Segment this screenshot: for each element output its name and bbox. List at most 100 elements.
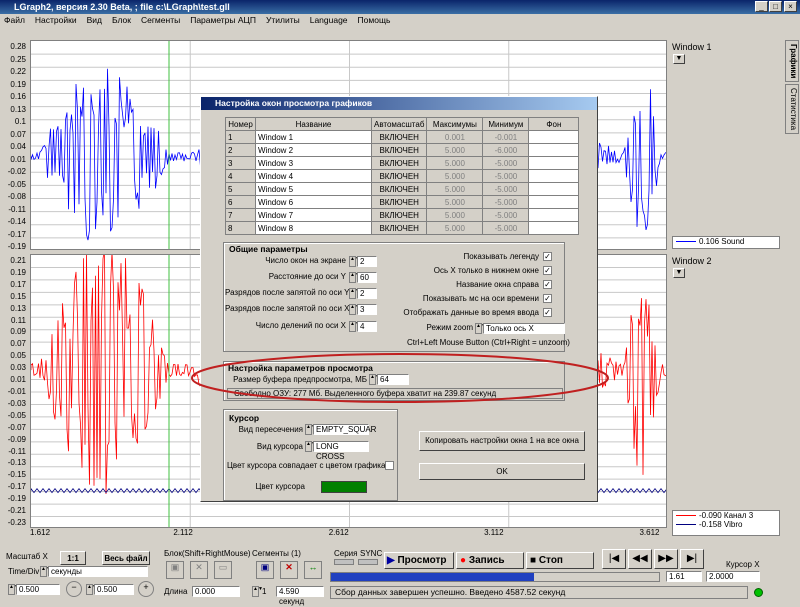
table-row[interactable]: 4 Window 4 ВКЛЮЧЕН 5.000 -5.000 [225,169,580,183]
time-div-field[interactable]: секунды [48,566,148,577]
window-1-dropdown[interactable]: ▼ [673,54,685,64]
show-ms-checkbox[interactable]: ✓ [543,294,552,303]
show-during-input-checkbox[interactable]: ✓ [543,308,552,317]
scale-1-1-button[interactable]: 1:1 [60,551,86,565]
tab-graphs[interactable]: Графики [785,40,799,82]
distance-y-spin[interactable]: ▲▼ [349,272,360,283]
row-name[interactable]: Window 2 [255,143,372,157]
menu-adc[interactable]: Параметры АЦП [190,14,256,27]
preview-button[interactable]: ▶ Просмотр [384,552,454,569]
decimals-x-field[interactable]: 3 [357,304,377,315]
row-max[interactable]: 5.000 [426,195,484,209]
match-color-checkbox[interactable] [385,461,394,470]
table-row[interactable]: 6 Window 6 ВКЛЮЧЕН 5.000 -5.000 [225,195,580,209]
row-name[interactable]: Window 8 [255,221,372,235]
tab-statistics[interactable]: Статистика [785,84,799,134]
segment-index-spin[interactable]: ▲▼ [252,586,263,597]
row-bg[interactable] [528,195,580,209]
row-name[interactable]: Window 5 [255,182,372,196]
row-bg[interactable] [528,156,580,170]
divisions-x-field[interactable]: 4 [357,321,377,332]
cross-type-field[interactable]: EMPTY_SQUAR [313,424,376,435]
zoom-left-spin[interactable]: ▲▼ [8,584,19,595]
block-delete-icon[interactable]: ✕ [190,561,208,579]
row-max[interactable]: 5.000 [426,221,484,235]
cursor-type-field[interactable]: LONG CROSS [313,441,369,461]
close-button[interactable]: × [784,1,797,12]
maximize-button[interactable]: □ [769,1,782,12]
row-autoscale[interactable]: ВКЛЮЧЕН [370,221,428,235]
row-max[interactable]: 5.000 [426,182,484,196]
segment-save-icon[interactable]: ▣ [256,561,274,579]
row-min[interactable]: -0.001 [482,130,530,144]
window-2-dropdown[interactable]: ▼ [673,268,685,278]
zoom-in-icon[interactable]: + [138,581,154,597]
table-row[interactable]: 5 Window 5 ВКЛЮЧЕН 5.000 -5.000 [225,182,580,196]
row-min[interactable]: -5.000 [482,182,530,196]
menu-file[interactable]: Файл [4,14,25,27]
cursor-type-spin[interactable]: ▲▼ [305,441,316,452]
cross-type-spin[interactable]: ▲▼ [305,424,316,435]
row-min[interactable]: -5.000 [482,208,530,222]
row-bg[interactable] [528,169,580,183]
go-end-button[interactable]: ▶| [680,549,704,569]
decimals-y-field[interactable]: 2 [357,288,377,299]
distance-y-field[interactable]: 60 [357,272,377,283]
decimals-y-spin[interactable]: ▲▼ [349,288,360,299]
minimize-button[interactable]: _ [755,1,768,12]
row-max[interactable]: 5.000 [426,156,484,170]
cursor-color-swatch[interactable] [321,481,367,493]
menu-language[interactable]: Language [310,14,348,27]
row-name[interactable]: Window 7 [255,208,372,222]
window-name-right-checkbox[interactable]: ✓ [543,280,552,289]
row-min[interactable]: -6.000 [482,143,530,157]
segment-delete-icon[interactable]: ✕ [280,561,298,579]
row-max[interactable]: 5.000 [426,169,484,183]
time-div-spin[interactable]: ▲▼ [40,566,51,577]
row-bg[interactable] [528,221,580,235]
zoom-mode-spin[interactable]: ▲▼ [475,323,486,334]
row-name[interactable]: Window 1 [255,130,372,144]
zoom-right-field[interactable]: 0.500 [94,584,134,595]
row-min[interactable]: -5.000 [482,169,530,183]
row-bg[interactable] [528,143,580,157]
row-autoscale[interactable]: ВКЛЮЧЕН [370,156,428,170]
row-autoscale[interactable]: ВКЛЮЧЕН [370,195,428,209]
table-row[interactable]: 7 Window 7 ВКЛЮЧЕН 5.000 -5.000 [225,208,580,222]
go-start-button[interactable]: |◀ [602,549,626,569]
menu-settings[interactable]: Настройки [35,14,77,27]
row-autoscale[interactable]: ВКЛЮЧЕН [370,208,428,222]
row-autoscale[interactable]: ВКЛЮЧЕН [370,143,428,157]
rewind-button[interactable]: ◀◀ [628,549,652,569]
menu-view[interactable]: Вид [87,14,102,27]
row-bg[interactable] [528,130,580,144]
row-min[interactable]: -5.000 [482,221,530,235]
forward-button[interactable]: ▶▶ [654,549,678,569]
menu-segments[interactable]: Сегменты [141,14,180,27]
row-max[interactable]: 0.001 [426,130,484,144]
stop-button[interactable]: ■ Стоп [526,552,594,569]
row-name[interactable]: Window 3 [255,156,372,170]
copy-settings-button[interactable]: Копировать настройки окна 1 на все окна [419,431,585,451]
x-axis-bottom-checkbox[interactable]: ✓ [543,266,552,275]
zoom-right-spin[interactable]: ▲▼ [86,584,97,595]
decimals-x-spin[interactable]: ▲▼ [349,304,360,315]
zoom-left-field[interactable]: 0.500 [16,584,60,595]
zoom-mode-field[interactable]: Только ось X [483,323,565,334]
block-copy-icon[interactable]: ▭ [214,561,232,579]
windows-on-screen-field[interactable]: 2 [357,256,377,267]
menu-help[interactable]: Помощь [358,14,391,27]
show-legend-checkbox[interactable]: ✓ [543,252,552,261]
table-row[interactable]: 3 Window 3 ВКЛЮЧЕН 5.000 -5.000 [225,156,580,170]
ok-button[interactable]: OK [419,463,585,480]
divisions-x-spin[interactable]: ▲▼ [349,321,360,332]
block-save-icon[interactable]: ▣ [166,561,184,579]
segment-fit-icon[interactable]: ↔ [304,561,322,579]
table-row[interactable]: 2 Window 2 ВКЛЮЧЕН 5.000 -6.000 [225,143,580,157]
file-progress-bar[interactable] [330,572,660,582]
windows-on-screen-spin[interactable]: ▲▼ [349,256,360,267]
menu-block[interactable]: Блок [112,14,131,27]
row-name[interactable]: Window 4 [255,169,372,183]
row-bg[interactable] [528,182,580,196]
row-bg[interactable] [528,208,580,222]
